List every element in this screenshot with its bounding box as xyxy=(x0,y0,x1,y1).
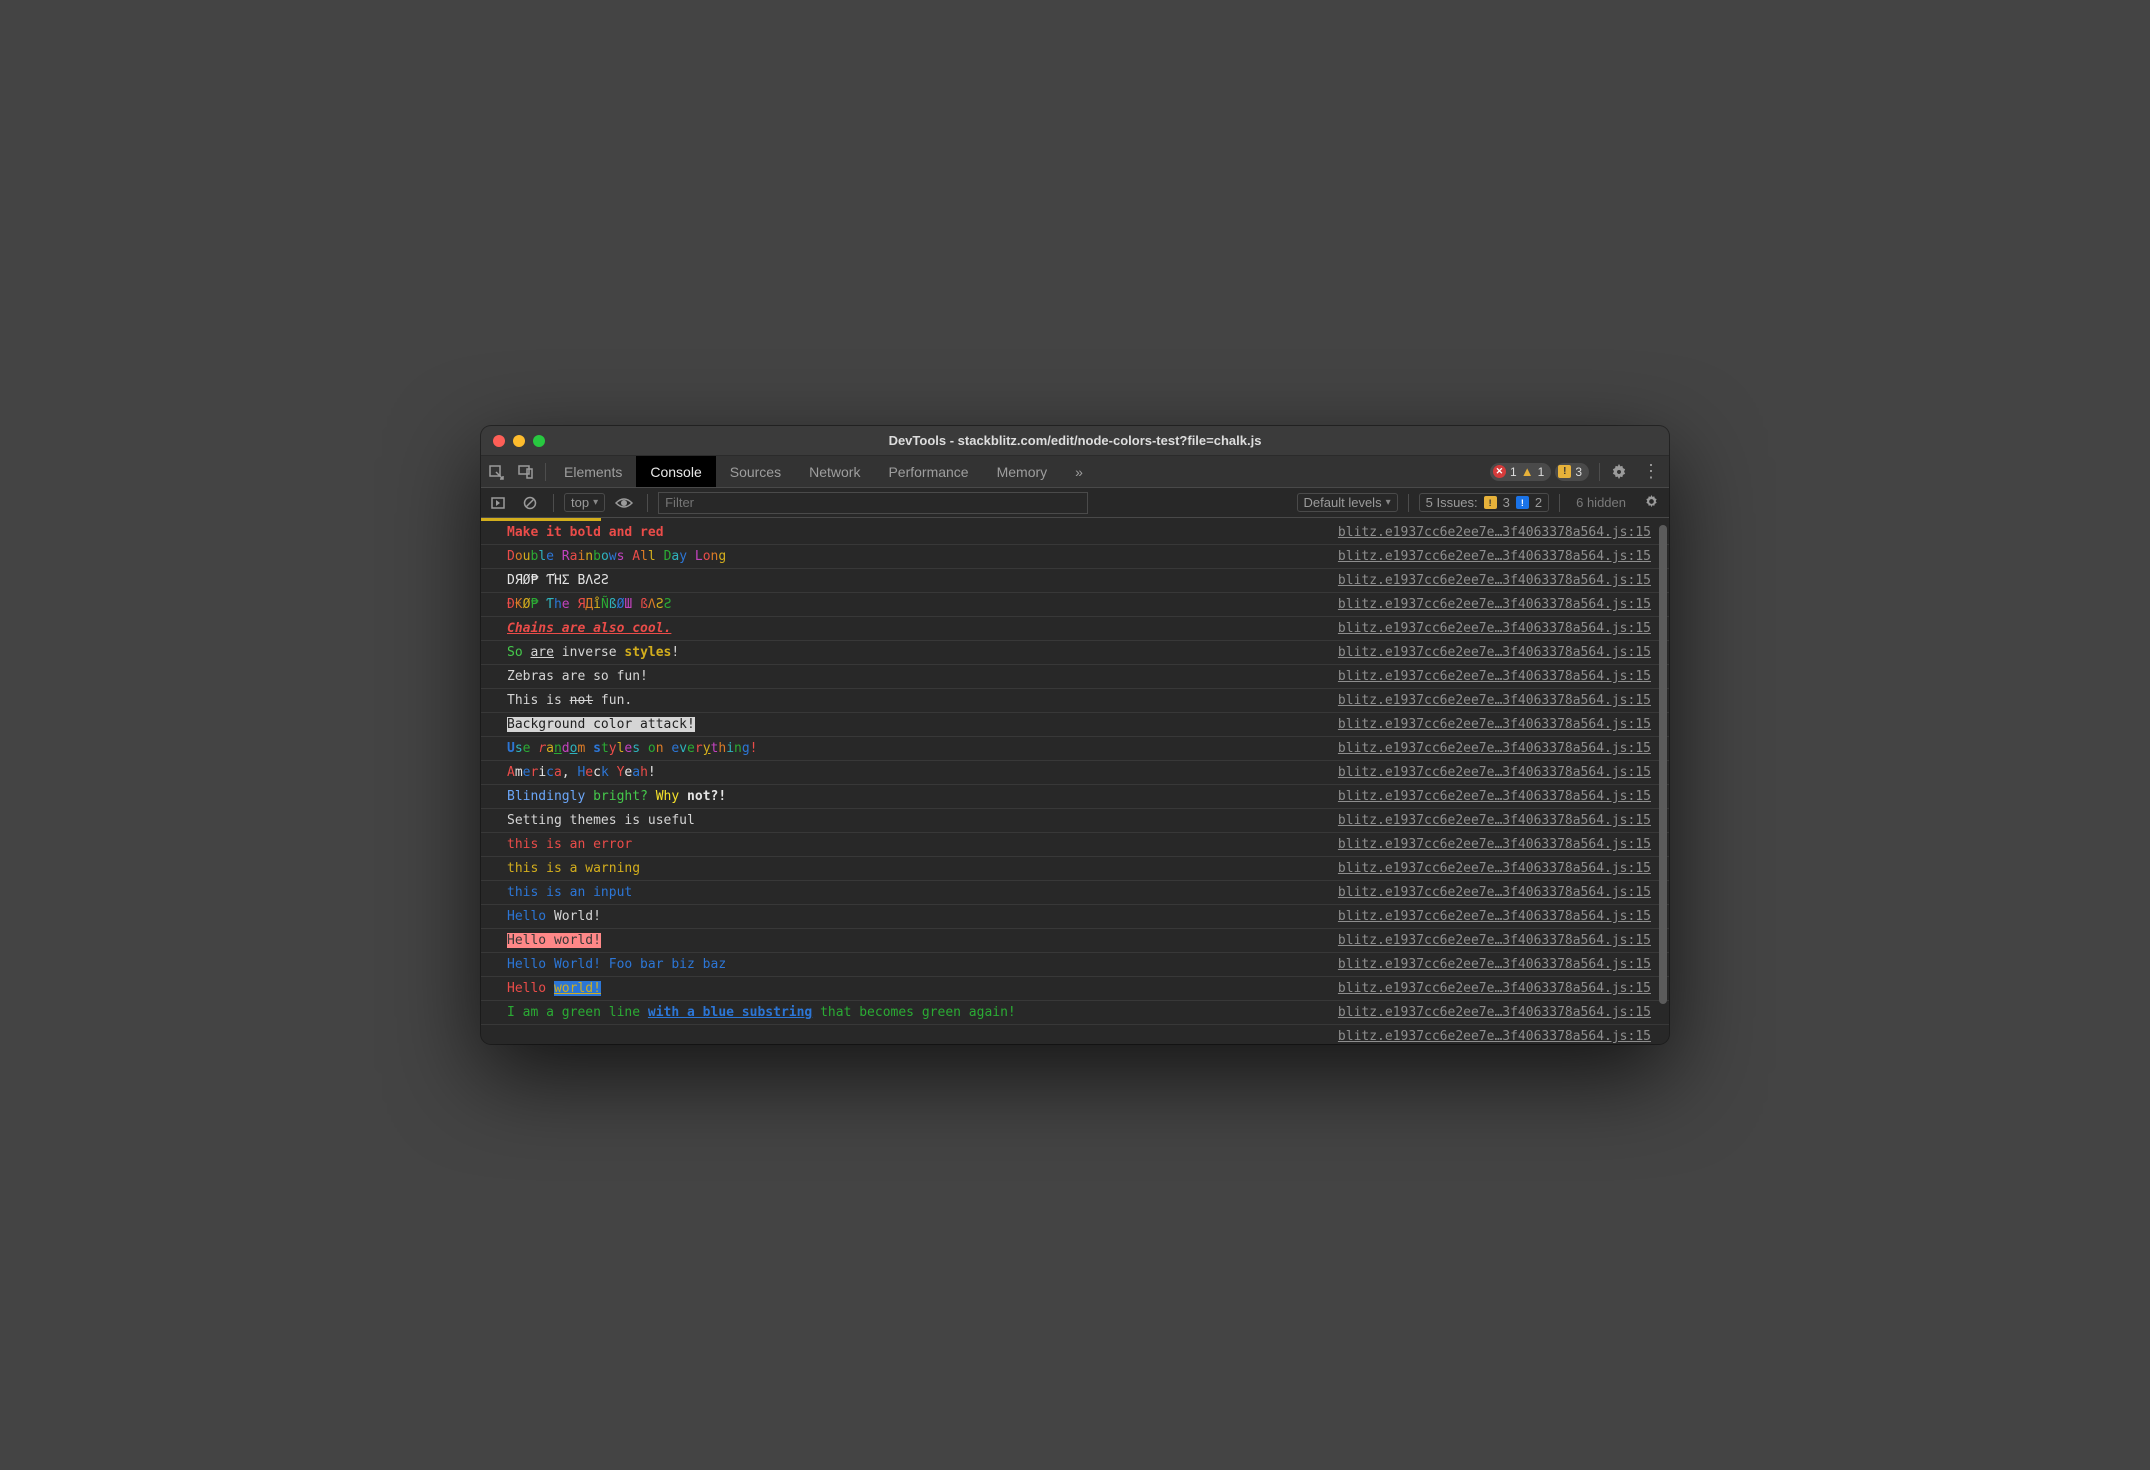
warning-icon: ▲ xyxy=(1521,465,1534,478)
log-row: This is not fun.blitz.e1937cc6e2ee7e…3f4… xyxy=(481,689,1669,713)
source-link[interactable]: blitz.e1937cc6e2ee7e…3f4063378a564.js:15 xyxy=(1338,525,1651,540)
devtools-window: DevTools - stackblitz.com/edit/node-colo… xyxy=(481,426,1669,1044)
tab-console[interactable]: Console xyxy=(636,456,715,487)
toggle-sidebar-icon[interactable] xyxy=(485,492,511,514)
tab-network[interactable]: Network xyxy=(795,456,874,487)
log-row: this is an errorblitz.e1937cc6e2ee7e…3f4… xyxy=(481,833,1669,857)
log-row: Hello world!blitz.e1937cc6e2ee7e…3f40633… xyxy=(481,929,1669,953)
log-row: Chains are also cool.blitz.e1937cc6e2ee7… xyxy=(481,617,1669,641)
issues-info-icon: ! xyxy=(1516,496,1529,509)
source-link[interactable]: blitz.e1937cc6e2ee7e…3f4063378a564.js:15 xyxy=(1338,813,1651,828)
source-link[interactable]: blitz.e1937cc6e2ee7e…3f4063378a564.js:15 xyxy=(1338,645,1651,660)
issues-label: 5 Issues: xyxy=(1426,495,1478,510)
zoom-window-button[interactable] xyxy=(533,435,545,447)
live-expression-icon[interactable] xyxy=(611,492,637,514)
minimize-window-button[interactable] xyxy=(513,435,525,447)
context-selector[interactable]: top xyxy=(564,493,605,512)
log-row: Double Rainbows All Day Longblitz.e1937c… xyxy=(481,545,1669,569)
source-link[interactable]: blitz.e1937cc6e2ee7e…3f4063378a564.js:15 xyxy=(1338,621,1651,636)
filter-input[interactable] xyxy=(658,492,1088,514)
source-link[interactable]: blitz.e1937cc6e2ee7e…3f4063378a564.js:15 xyxy=(1338,669,1651,684)
issues-warn-icon: ! xyxy=(1484,496,1497,509)
console-settings-icon[interactable] xyxy=(1638,494,1665,512)
divider xyxy=(553,494,554,512)
warning-count: 1 xyxy=(1538,465,1545,479)
close-window-button[interactable] xyxy=(493,435,505,447)
panel-tabs: Elements Console Sources Network Perform… xyxy=(550,456,1097,487)
source-link[interactable]: blitz.e1937cc6e2ee7e…3f4063378a564.js:15 xyxy=(1338,933,1651,948)
console-output: Make it bold and redblitz.e1937cc6e2ee7e… xyxy=(481,521,1669,1044)
source-link[interactable]: blitz.e1937cc6e2ee7e…3f4063378a564.js:15 xyxy=(1338,765,1651,780)
log-row: Background color attack!blitz.e1937cc6e2… xyxy=(481,713,1669,737)
source-link[interactable]: blitz.e1937cc6e2ee7e…3f4063378a564.js:15 xyxy=(1338,909,1651,924)
tab-sources[interactable]: Sources xyxy=(716,456,795,487)
title-bar: DevTools - stackblitz.com/edit/node-colo… xyxy=(481,426,1669,456)
divider xyxy=(1408,494,1409,512)
hidden-messages-label[interactable]: 6 hidden xyxy=(1570,495,1632,510)
settings-icon[interactable] xyxy=(1604,456,1634,487)
more-icon[interactable]: ⋮ xyxy=(1634,461,1669,482)
inspect-icon[interactable] xyxy=(481,456,511,487)
source-link[interactable]: blitz.e1937cc6e2ee7e…3f4063378a564.js:15 xyxy=(1338,885,1651,900)
tab-elements[interactable]: Elements xyxy=(550,456,636,487)
source-link[interactable]: blitz.e1937cc6e2ee7e…3f4063378a564.js:15 xyxy=(1338,597,1651,612)
error-icon: ✕ xyxy=(1493,465,1506,478)
log-row: Make it bold and redblitz.e1937cc6e2ee7e… xyxy=(481,521,1669,545)
source-link[interactable]: blitz.e1937cc6e2ee7e…3f4063378a564.js:15 xyxy=(1338,1005,1651,1020)
log-row: Setting themes is usefulblitz.e1937cc6e2… xyxy=(481,809,1669,833)
source-link[interactable]: blitz.e1937cc6e2ee7e…3f4063378a564.js:15 xyxy=(1338,957,1651,972)
source-link[interactable]: blitz.e1937cc6e2ee7e…3f4063378a564.js:15 xyxy=(1338,981,1651,996)
divider xyxy=(647,494,648,512)
scrollbar[interactable] xyxy=(1659,525,1667,1004)
window-title: DevTools - stackblitz.com/edit/node-colo… xyxy=(481,433,1669,448)
log-row: Blindingly bright? Why not?!blitz.e1937c… xyxy=(481,785,1669,809)
errors-warnings-badge[interactable]: ✕ 1 ▲ 1 xyxy=(1490,463,1551,481)
source-link[interactable]: blitz.e1937cc6e2ee7e…3f4063378a564.js:15 xyxy=(1338,861,1651,876)
source-link[interactable]: blitz.e1937cc6e2ee7e…3f4063378a564.js:15 xyxy=(1338,693,1651,708)
divider xyxy=(1559,494,1560,512)
source-link[interactable]: blitz.e1937cc6e2ee7e…3f4063378a564.js:15 xyxy=(1338,741,1651,756)
log-row: Hello World!blitz.e1937cc6e2ee7e…3f40633… xyxy=(481,905,1669,929)
source-link[interactable]: blitz.e1937cc6e2ee7e…3f4063378a564.js:15 xyxy=(1338,1029,1651,1044)
log-row: So are inverse styles!blitz.e1937cc6e2ee… xyxy=(481,641,1669,665)
clear-console-icon[interactable] xyxy=(517,492,543,514)
issues-summary[interactable]: 5 Issues: !3 !2 xyxy=(1419,493,1550,512)
device-toggle-icon[interactable] xyxy=(511,456,541,487)
tabs-overflow-button[interactable]: » xyxy=(1061,456,1097,487)
divider xyxy=(1599,463,1600,481)
tab-performance[interactable]: Performance xyxy=(874,456,982,487)
source-link[interactable]: blitz.e1937cc6e2ee7e…3f4063378a564.js:15 xyxy=(1338,837,1651,852)
log-row: DЯØ₱ ƬΉΣ BΛƧƧblitz.e1937cc6e2ee7e…3f4063… xyxy=(481,569,1669,593)
source-link[interactable]: blitz.e1937cc6e2ee7e…3f4063378a564.js:15 xyxy=(1338,573,1651,588)
log-row: America, Heck Yeah!blitz.e1937cc6e2ee7e…… xyxy=(481,761,1669,785)
main-toolbar: Elements Console Sources Network Perform… xyxy=(481,456,1669,488)
issues-badge[interactable]: !3 xyxy=(1555,463,1589,481)
log-row: Use random styles on everything!blitz.e1… xyxy=(481,737,1669,761)
source-link[interactable]: blitz.e1937cc6e2ee7e…3f4063378a564.js:15 xyxy=(1338,789,1651,804)
issues-icon: ! xyxy=(1558,465,1571,478)
error-count: 1 xyxy=(1510,465,1517,479)
window-controls xyxy=(493,435,545,447)
source-link[interactable]: blitz.e1937cc6e2ee7e…3f4063378a564.js:15 xyxy=(1338,549,1651,564)
log-row: Ð₭Ø₱ Ƭhe ЯДi̊ÑßØШ ßΛƧƧblitz.e1937cc6e2ee… xyxy=(481,593,1669,617)
console-filter-bar: top Default levels 5 Issues: !3 !2 6 hid… xyxy=(481,488,1669,518)
log-levels-selector[interactable]: Default levels xyxy=(1297,493,1398,512)
log-row: this is a warningblitz.e1937cc6e2ee7e…3f… xyxy=(481,857,1669,881)
log-row: blitz.e1937cc6e2ee7e…3f4063378a564.js:15 xyxy=(481,1025,1669,1044)
source-link[interactable]: blitz.e1937cc6e2ee7e…3f4063378a564.js:15 xyxy=(1338,717,1651,732)
log-row: I am a green line with a blue substring … xyxy=(481,1001,1669,1025)
divider xyxy=(545,463,546,481)
status-badges: ✕1 ▲1 !3 xyxy=(1484,463,1595,481)
log-row: this is an inputblitz.e1937cc6e2ee7e…3f4… xyxy=(481,881,1669,905)
log-row: Zebras are so fun!blitz.e1937cc6e2ee7e…3… xyxy=(481,665,1669,689)
log-row: Hello world!blitz.e1937cc6e2ee7e…3f40633… xyxy=(481,977,1669,1001)
log-row: Hello World! Foo bar biz bazblitz.e1937c… xyxy=(481,953,1669,977)
issues-count: 3 xyxy=(1575,465,1582,479)
tab-memory[interactable]: Memory xyxy=(983,456,1062,487)
